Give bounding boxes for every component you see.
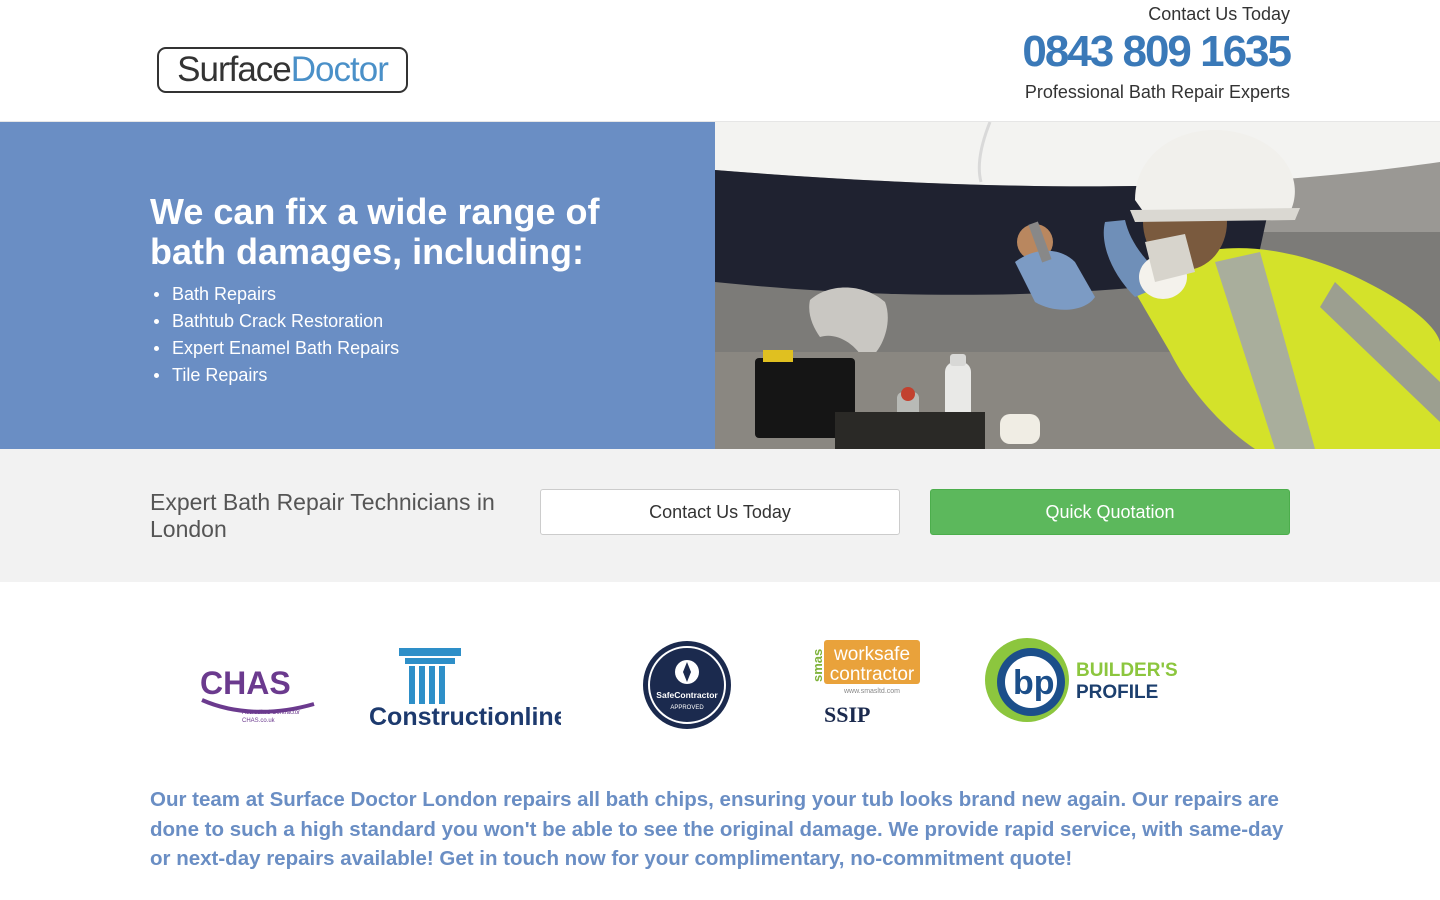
smas-logo-line1: worksafe <box>833 644 910 665</box>
site-header: Surface Doctor Contact Us Today 0843 809 … <box>0 0 1440 122</box>
chas-logo: CHAS Accredited Contractor CHAS.co.uk <box>200 665 315 724</box>
header-tagline: Professional Bath Repair Experts <box>1024 82 1290 102</box>
builders-profile-line1: BUILDER'S <box>1076 660 1178 681</box>
contact-label: Contact Us Today <box>1148 4 1290 24</box>
phone-number-link[interactable]: 0843 809 1635 <box>1022 26 1292 78</box>
cta-band: Expert Bath Repair Technicians in London… <box>0 449 1440 582</box>
hero-title: We can fix a wide range of bath damages,… <box>150 191 600 272</box>
svg-text:bp: bp <box>1013 664 1055 702</box>
logo-text-doctor: Doctor <box>290 50 389 89</box>
smas-logo-tag: smas <box>810 649 825 682</box>
constructionline-logo-text: Constructionline <box>369 703 561 730</box>
safecontractor-logo-sub: APPROVED <box>670 705 704 711</box>
service-item: Bathtub Crack Restoration <box>150 308 399 335</box>
cta-heading: Expert Bath Repair Technicians in London <box>150 489 495 542</box>
smas-logo-url: www.smasltd.com <box>843 688 900 695</box>
header-contact: Contact Us Today 0843 809 1635 Professio… <box>1022 2 1292 104</box>
smas-worksafe-logo: smas worksafe contractor www.smasltd.com… <box>810 640 920 727</box>
contact-us-button[interactable]: Contact Us Today <box>540 489 900 535</box>
services-list: Bath Repairs Bathtub Crack Restoration E… <box>150 281 399 389</box>
hero-photo-illustration <box>715 122 1440 449</box>
builders-profile-line2: PROFILE <box>1076 682 1158 703</box>
accreditation-logos: CHAS Accredited Contractor CHAS.co.uk Co… <box>0 582 1440 782</box>
service-item: Bath Repairs <box>150 281 399 308</box>
chas-logo-sub2: CHAS.co.uk <box>242 718 276 724</box>
hero-panel: We can fix a wide range of bath damages,… <box>0 122 715 449</box>
safecontractor-logo: SafeContractor APPROVED <box>643 641 731 729</box>
chas-logo-text: CHAS <box>200 665 291 701</box>
ssip-logo-text: SSIP <box>824 702 870 727</box>
quick-quotation-button[interactable]: Quick Quotation <box>930 489 1290 535</box>
safecontractor-logo-text: SafeContractor <box>656 690 718 700</box>
logo-text-surface: Surface <box>177 50 292 89</box>
service-item: Tile Repairs <box>150 362 399 389</box>
smas-logo-line2: contractor <box>830 664 915 685</box>
surface-doctor-logo[interactable]: Surface Doctor <box>157 47 408 93</box>
chas-logo-sub1: Accredited Contractor <box>242 710 300 716</box>
constructionline-logo: Constructionline <box>369 648 561 730</box>
intro-paragraph: Our team at Surface Doctor London repair… <box>150 788 1284 870</box>
builders-profile-logo: bp BUILDER'S PROFILE <box>985 638 1178 722</box>
technician-repairing-bath-photo <box>715 122 1440 449</box>
hero-section: We can fix a wide range of bath damages,… <box>0 122 1440 449</box>
service-item: Expert Enamel Bath Repairs <box>150 335 399 362</box>
